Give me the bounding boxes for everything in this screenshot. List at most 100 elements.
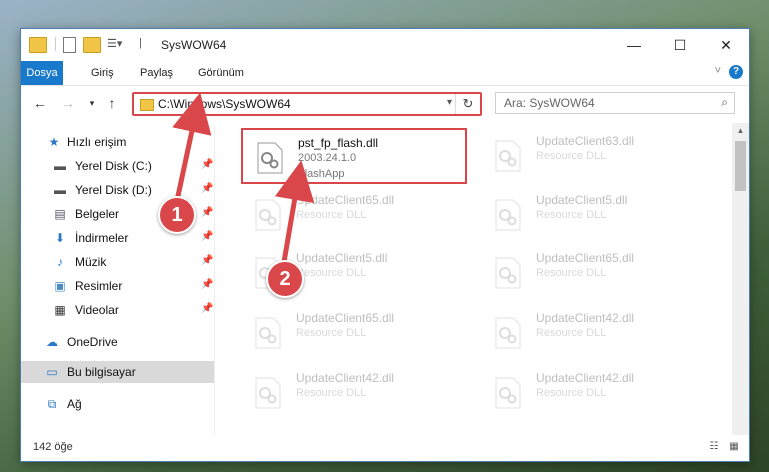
address-path: C:\Windows\SysWOW64 bbox=[158, 97, 291, 111]
close-button[interactable]: ✕ bbox=[703, 29, 749, 61]
new-folder-icon[interactable] bbox=[83, 37, 101, 53]
dll-file-icon bbox=[257, 142, 283, 174]
folder-icon bbox=[29, 37, 47, 53]
navigation-bar: ← → ▾ ↑ C:\Windows\SysWOW64 ▾ ↻ Ara: Sys… bbox=[21, 89, 749, 119]
dll-file-icon bbox=[255, 377, 281, 409]
search-placeholder: Ara: SysWOW64 bbox=[504, 96, 595, 110]
file-item[interactable]: UpdateClient65.dll Resource DLL bbox=[241, 305, 467, 361]
file-description: Resource DLL bbox=[536, 387, 607, 399]
sidebar-item-videos[interactable]: ▦ Videolar 📌 bbox=[21, 299, 214, 321]
properties-icon[interactable] bbox=[63, 37, 76, 53]
back-button[interactable]: ← bbox=[31, 94, 49, 112]
file-name: UpdateClient65.dll bbox=[296, 193, 395, 207]
title-bar: ☰▾ | SysWOW64 — ☐ ✕ bbox=[21, 29, 749, 61]
documents-icon: ▤ bbox=[54, 207, 66, 221]
pin-icon[interactable]: 📌 bbox=[201, 303, 213, 314]
music-icon: ♪ bbox=[57, 255, 63, 269]
address-bar[interactable]: C:\Windows\SysWOW64 ▾ ↻ bbox=[132, 92, 482, 116]
sidebar-item-label: Resimler bbox=[75, 279, 123, 293]
dll-file-icon bbox=[495, 140, 521, 172]
help-icon[interactable]: ? bbox=[729, 65, 743, 79]
file-name: UpdateClient63.dll bbox=[536, 134, 635, 148]
file-description: Resource DLL bbox=[536, 209, 607, 221]
pin-icon[interactable]: 📌 bbox=[201, 279, 213, 290]
sidebar-item-label: Bu bilgisayar bbox=[67, 365, 136, 379]
ribbon-expand-icon[interactable]: ˅ bbox=[715, 65, 721, 77]
file-item[interactable]: UpdateClient65.dll Resource DLL bbox=[481, 245, 707, 301]
sidebar-item-onedrive[interactable]: ☁ OneDrive bbox=[21, 331, 214, 353]
up-button[interactable]: ↑ bbox=[103, 94, 121, 112]
pin-icon[interactable]: 📌 bbox=[201, 183, 213, 194]
sidebar-item-label: Belgeler bbox=[75, 207, 120, 221]
sidebar-item-label: Ağ bbox=[67, 397, 82, 411]
separator bbox=[55, 37, 56, 51]
step-callout-1: 1 bbox=[158, 196, 196, 234]
dll-file-icon bbox=[495, 199, 521, 231]
search-input[interactable]: Ara: SysWOW64 ⌕ bbox=[495, 92, 735, 114]
computer-icon: ▭ bbox=[46, 365, 58, 379]
sidebar-item-local-disk-c[interactable]: ▬ Yerel Disk (C:) 📌 bbox=[21, 155, 214, 177]
pin-icon[interactable]: 📌 bbox=[201, 231, 213, 242]
sidebar-item-label: Yerel Disk (C:) bbox=[75, 159, 152, 173]
file-item[interactable]: UpdateClient5.dll Resource DLL bbox=[481, 187, 707, 243]
vertical-scrollbar[interactable]: ▲ bbox=[732, 123, 749, 435]
cloud-icon: ☁ bbox=[46, 335, 58, 349]
file-name: UpdateClient42.dll bbox=[536, 371, 635, 385]
pin-icon[interactable]: 📌 bbox=[201, 159, 213, 170]
videos-icon: ▦ bbox=[54, 303, 66, 317]
pin-toolbar-icon[interactable]: | bbox=[139, 37, 155, 51]
network-icon: ⧉ bbox=[47, 397, 57, 411]
drive-icon: ▬ bbox=[54, 159, 66, 173]
file-description: Resource DLL bbox=[536, 150, 607, 162]
file-name: UpdateClient5.dll bbox=[536, 193, 628, 207]
file-item[interactable]: UpdateClient42.dll Resource DLL bbox=[481, 305, 707, 361]
pin-icon[interactable]: 📌 bbox=[201, 255, 213, 266]
dll-file-icon bbox=[255, 199, 281, 231]
file-item[interactable]: UpdateClient63.dll Resource DLL bbox=[481, 128, 707, 184]
tab-view[interactable]: Görünüm bbox=[192, 61, 250, 85]
forward-button[interactable]: → bbox=[59, 94, 77, 112]
file-item-pst-fp-flash[interactable]: pst_fp_flash.dll 2003.24.1.0 FlashApp bbox=[241, 128, 467, 184]
file-item[interactable]: UpdateClient42.dll Resource DLL bbox=[241, 365, 467, 421]
large-icons-view-icon[interactable]: ▦ bbox=[727, 441, 741, 453]
dll-file-icon bbox=[495, 257, 521, 289]
sidebar-item-pictures[interactable]: ▣ Resimler 📌 bbox=[21, 275, 214, 297]
sidebar-item-quick-access[interactable]: ★ Hızlı erişim bbox=[21, 131, 214, 153]
dll-file-icon bbox=[495, 317, 521, 349]
file-item[interactable]: UpdateClient42.dll Resource DLL bbox=[481, 365, 707, 421]
file-description: FlashApp bbox=[298, 168, 345, 180]
file-description: Resource DLL bbox=[536, 327, 607, 339]
file-name: UpdateClient42.dll bbox=[296, 371, 395, 385]
minimize-button[interactable]: — bbox=[611, 29, 657, 61]
pin-icon[interactable]: 📌 bbox=[201, 207, 213, 218]
folder-icon bbox=[140, 99, 154, 111]
file-description: Resource DLL bbox=[536, 267, 607, 279]
address-dropdown-icon[interactable]: ▾ bbox=[447, 97, 452, 108]
file-description: Resource DLL bbox=[296, 209, 367, 221]
navigation-pane: ★ Hızlı erişim ▬ Yerel Disk (C:) 📌 ▬ Yer… bbox=[21, 125, 215, 435]
customize-toolbar-icon[interactable]: ☰▾ bbox=[107, 37, 123, 51]
pictures-icon: ▣ bbox=[54, 279, 66, 293]
file-name: pst_fp_flash.dll bbox=[298, 136, 379, 150]
recent-locations-icon[interactable]: ▾ bbox=[83, 94, 101, 112]
sidebar-item-label: Videolar bbox=[75, 303, 119, 317]
tab-share[interactable]: Paylaş bbox=[134, 61, 179, 85]
refresh-icon[interactable]: ↻ bbox=[455, 94, 480, 114]
sidebar-item-music[interactable]: ♪ Müzik 📌 bbox=[21, 251, 214, 273]
search-icon[interactable]: ⌕ bbox=[721, 95, 728, 110]
file-item[interactable]: UpdateClient65.dll Resource DLL bbox=[241, 187, 467, 243]
sidebar-item-this-pc[interactable]: ▭ Bu bilgisayar bbox=[21, 361, 214, 383]
scroll-thumb[interactable] bbox=[735, 141, 746, 191]
tab-home[interactable]: Giriş bbox=[85, 61, 120, 85]
sidebar-item-network[interactable]: ⧉ Ağ bbox=[21, 393, 214, 415]
explorer-window: ☰▾ | SysWOW64 — ☐ ✕ Dosya Giriş Paylaş G… bbox=[20, 28, 750, 462]
file-description: Resource DLL bbox=[296, 327, 367, 339]
maximize-button[interactable]: ☐ bbox=[657, 29, 703, 61]
window-title: SysWOW64 bbox=[161, 38, 227, 52]
file-name: UpdateClient65.dll bbox=[296, 311, 395, 325]
scroll-up-icon[interactable]: ▲ bbox=[732, 123, 749, 139]
dll-file-icon bbox=[255, 317, 281, 349]
details-view-icon[interactable]: ☷ bbox=[707, 441, 721, 453]
item-count: 142 öğe bbox=[33, 441, 73, 453]
tab-file[interactable]: Dosya bbox=[21, 61, 63, 85]
